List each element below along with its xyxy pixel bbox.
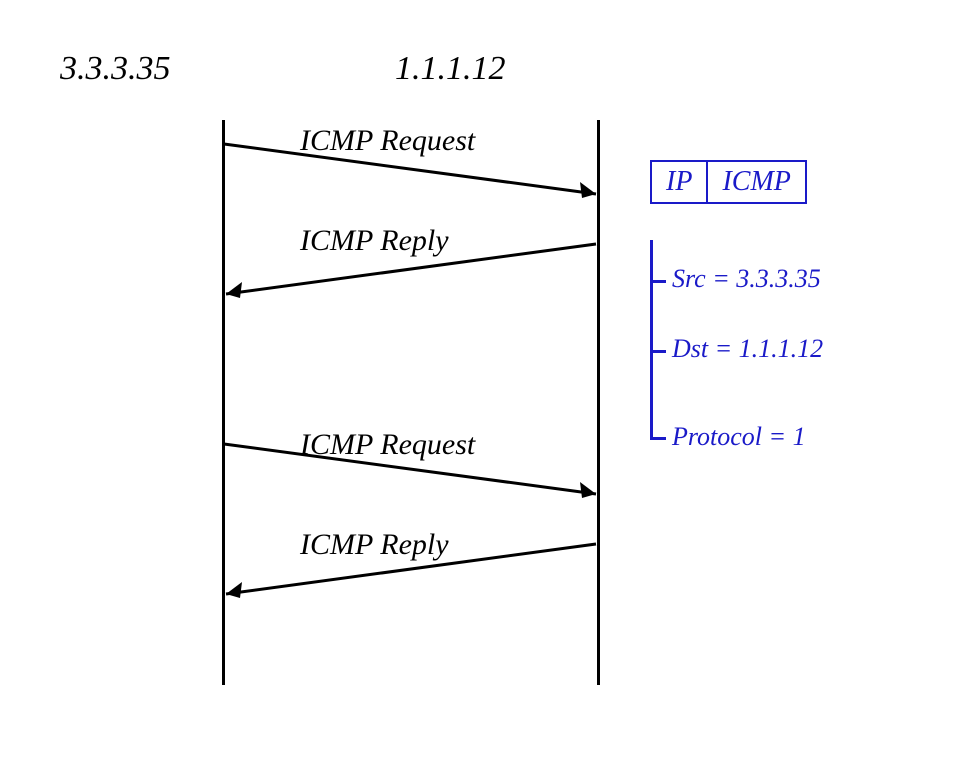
packet-header-box: IP ICMP xyxy=(650,160,807,204)
packet-ip-cell: IP xyxy=(652,162,708,202)
packet-field-tree: Src = 3.3.3.35 Dst = 1.1.1.12 Protocol =… xyxy=(650,240,930,470)
msg-label-reply-2: ICMP Reply xyxy=(300,528,449,562)
field-dst: Dst = 1.1.1.12 xyxy=(672,334,823,364)
msg-label-reply-1: ICMP Reply xyxy=(300,224,449,258)
host-right-label: 1.1.1.12 xyxy=(395,50,506,88)
packet-icmp-cell: ICMP xyxy=(708,162,804,202)
field-protocol: Protocol = 1 xyxy=(672,422,806,452)
field-src: Src = 3.3.3.35 xyxy=(672,264,821,294)
sequence-diagram: 3.3.3.35 1.1.1.12 ICMP Request ICMP Repl… xyxy=(0,0,960,760)
msg-label-request-2: ICMP Request xyxy=(300,428,475,462)
host-left-label: 3.3.3.35 xyxy=(60,50,171,88)
msg-label-request-1: ICMP Request xyxy=(300,124,475,158)
